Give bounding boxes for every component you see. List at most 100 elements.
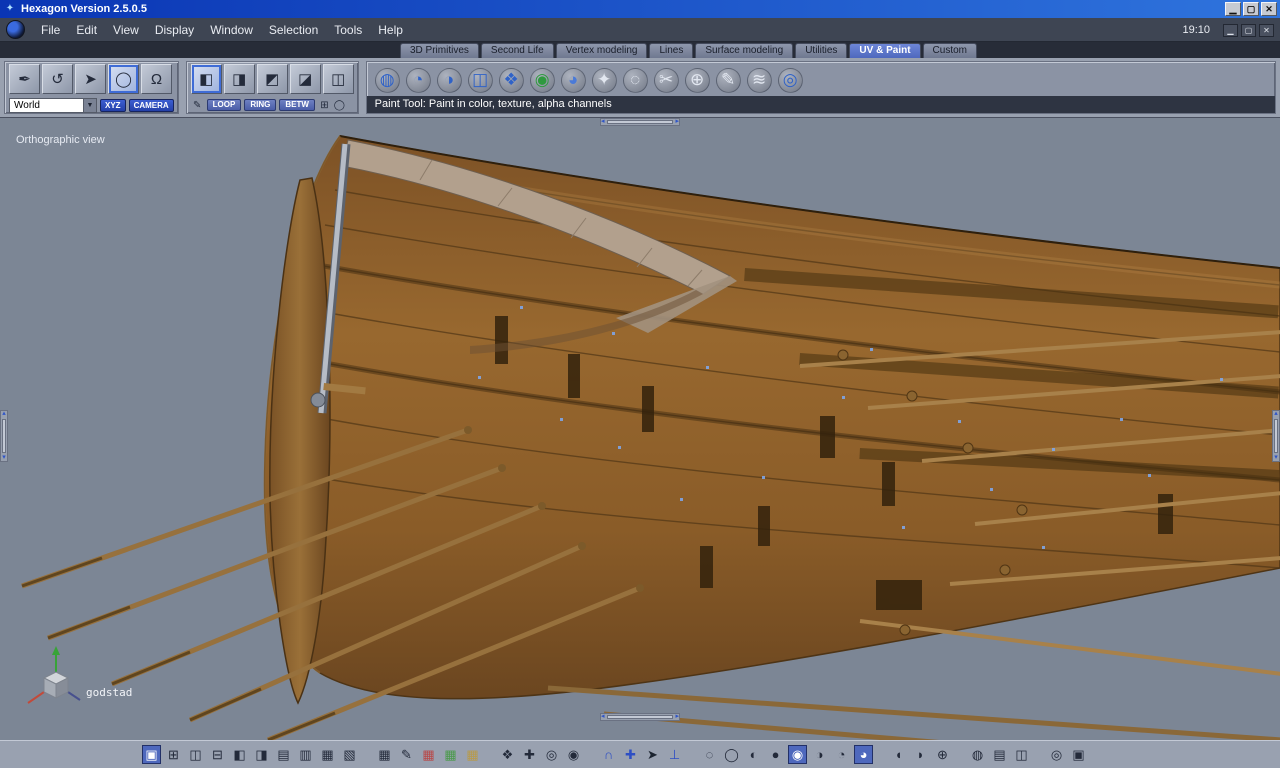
layout-columns[interactable]: ▧: [340, 745, 359, 764]
render-preview-icon[interactable]: ◎: [1047, 745, 1066, 764]
uv-globe-icon[interactable]: ◍: [374, 67, 400, 93]
material-shading-icon[interactable]: ◕: [854, 745, 873, 764]
edge-pen-icon[interactable]: ✎: [191, 99, 204, 112]
uv-unfold-icon[interactable]: ❖: [498, 67, 524, 93]
layout-bottom-split[interactable]: ▥: [296, 745, 315, 764]
menu-selection[interactable]: Selection: [261, 21, 326, 39]
mdi-minimize-button[interactable]: ▁: [1223, 24, 1238, 37]
loop-select-button[interactable]: LOOP: [206, 99, 242, 111]
ring-cube-icon[interactable]: ◩: [256, 64, 288, 94]
texture-red-icon[interactable]: ▦: [419, 745, 438, 764]
menu-tools[interactable]: Tools: [326, 21, 370, 39]
viewport-splitter-left[interactable]: ▴ ▾: [0, 410, 8, 462]
menu-edit[interactable]: Edit: [68, 21, 105, 39]
properties-panel-icon[interactable]: ▤: [990, 745, 1009, 764]
uv-stretch-icon[interactable]: ✦: [591, 67, 617, 93]
checkerboard-icon[interactable]: ❖: [498, 745, 517, 764]
splitter-thumb[interactable]: [1274, 419, 1278, 453]
uv-relax-icon[interactable]: ◌: [622, 67, 648, 93]
camera-capture-icon[interactable]: ▣: [1069, 745, 1088, 764]
menu-view[interactable]: View: [105, 21, 147, 39]
layout-right-split[interactable]: ◨: [252, 745, 271, 764]
menu-file[interactable]: File: [33, 21, 68, 39]
pan-tool-icon[interactable]: ✚: [520, 745, 539, 764]
border-cube-icon[interactable]: ◫: [322, 64, 354, 94]
layout-left-split[interactable]: ◧: [230, 745, 249, 764]
tab-3d-primitives[interactable]: 3D Primitives: [400, 43, 479, 58]
loop-cube-icon[interactable]: ◨: [223, 64, 255, 94]
window-restore-button[interactable]: ▢: [1243, 2, 1259, 16]
paint-color-sphere-icon[interactable]: ◉: [529, 67, 555, 93]
layout-two-columns[interactable]: ◫: [186, 745, 205, 764]
textured-shading-icon[interactable]: ◉: [788, 745, 807, 764]
edge-cube-icon[interactable]: ◧: [190, 64, 222, 94]
splitter-thumb[interactable]: [2, 419, 6, 453]
uv-pin-icon[interactable]: ⊕: [684, 67, 710, 93]
uv-grid-icon[interactable]: ▦: [375, 745, 394, 764]
cursor-tool-icon[interactable]: ➤: [75, 64, 106, 94]
layout-grid[interactable]: ▦: [318, 745, 337, 764]
quality-high-icon[interactable]: ⊕: [933, 745, 952, 764]
window-close-button[interactable]: ✕: [1261, 2, 1277, 16]
quality-low-icon[interactable]: ◖: [889, 745, 908, 764]
paint-airbrush-icon[interactable]: ≋: [746, 67, 772, 93]
tab-surface-modeling[interactable]: Surface modeling: [695, 43, 794, 58]
flat-shading-icon[interactable]: ◐: [744, 745, 763, 764]
viewport-splitter-top[interactable]: ◂ ▸: [600, 118, 680, 126]
texture-palette-icon[interactable]: ▦: [463, 745, 482, 764]
layout-single-view[interactable]: ▣: [142, 745, 161, 764]
layout-top-split[interactable]: ▤: [274, 745, 293, 764]
mdi-restore-button[interactable]: ▢: [1241, 24, 1256, 37]
paint-displacement-icon[interactable]: ◕: [560, 67, 586, 93]
arc-select-tool-icon[interactable]: ↺: [42, 64, 73, 94]
layout-two-rows[interactable]: ⊟: [208, 745, 227, 764]
ring-select-button[interactable]: RING: [244, 99, 277, 111]
smooth-shading-icon[interactable]: ●: [766, 745, 785, 764]
between-select-button[interactable]: BETW: [279, 99, 315, 111]
xyz-axis-button[interactable]: XYZ: [100, 98, 126, 112]
circle-mode-icon[interactable]: ◯: [333, 99, 346, 112]
viewport-3d[interactable]: Orthographic view godstad ◂ ▸ ◂ ▸ ▴ ▾ ▴ …: [0, 117, 1280, 740]
visibility-eye-icon[interactable]: ◉: [564, 745, 583, 764]
ghost-select-tool-icon[interactable]: Ω: [141, 64, 172, 94]
uv-cut-icon[interactable]: ✂: [653, 67, 679, 93]
menu-display[interactable]: Display: [147, 21, 202, 39]
magnet-snap-icon[interactable]: ∩: [599, 745, 618, 764]
quality-medium-icon[interactable]: ◗: [911, 745, 930, 764]
layout-four-views[interactable]: ⊞: [164, 745, 183, 764]
between-cube-icon[interactable]: ◪: [289, 64, 321, 94]
shadow-shading-icon[interactable]: ◑: [810, 745, 829, 764]
splitter-thumb[interactable]: [606, 715, 674, 719]
uv-checker-sphere-icon[interactable]: ◔: [405, 67, 431, 93]
tab-lines[interactable]: Lines: [649, 43, 694, 58]
window-minimize-button[interactable]: ▁: [1225, 2, 1241, 16]
world-space-dropdown[interactable]: World ▼: [9, 97, 97, 113]
tab-utilities[interactable]: Utilities: [795, 43, 848, 58]
menu-window[interactable]: Window: [202, 21, 261, 39]
zoom-tool-icon[interactable]: ◎: [542, 745, 561, 764]
add-selection-icon[interactable]: ⊞: [318, 99, 331, 112]
tab-second-life[interactable]: Second Life: [480, 43, 554, 58]
eyedropper-icon[interactable]: ✎: [397, 745, 416, 764]
tab-custom[interactable]: Custom: [922, 43, 977, 58]
dual-view-icon[interactable]: ◫: [1012, 745, 1031, 764]
paint-brush-icon[interactable]: ✎: [715, 67, 741, 93]
mdi-close-button[interactable]: ✕: [1259, 24, 1274, 37]
pick-move-icon[interactable]: ➤: [643, 745, 662, 764]
viewport-splitter-right[interactable]: ▴ ▾: [1272, 410, 1280, 462]
hiddenline-shading-icon[interactable]: ◯: [722, 745, 741, 764]
transparent-shading-icon[interactable]: ◔: [832, 745, 851, 764]
tab-uv-paint[interactable]: UV & Paint: [849, 43, 921, 58]
tab-vertex-modeling[interactable]: Vertex modeling: [555, 43, 648, 58]
knife-tool-icon[interactable]: ✒: [9, 64, 40, 94]
uv-cube-projection-icon[interactable]: ◫: [467, 67, 493, 93]
align-drop-icon[interactable]: ⊥: [665, 745, 684, 764]
viewport-splitter-bottom[interactable]: ◂ ▸: [600, 713, 680, 721]
ghost-visibility-icon[interactable]: ◍: [968, 745, 987, 764]
circle-select-tool-icon[interactable]: ◯: [108, 64, 139, 94]
menu-help[interactable]: Help: [370, 21, 411, 39]
texture-green-icon[interactable]: ▦: [441, 745, 460, 764]
camera-axis-button[interactable]: CAMERA: [128, 98, 174, 112]
splitter-thumb[interactable]: [606, 120, 674, 124]
bake-texture-icon[interactable]: ◎: [777, 67, 803, 93]
